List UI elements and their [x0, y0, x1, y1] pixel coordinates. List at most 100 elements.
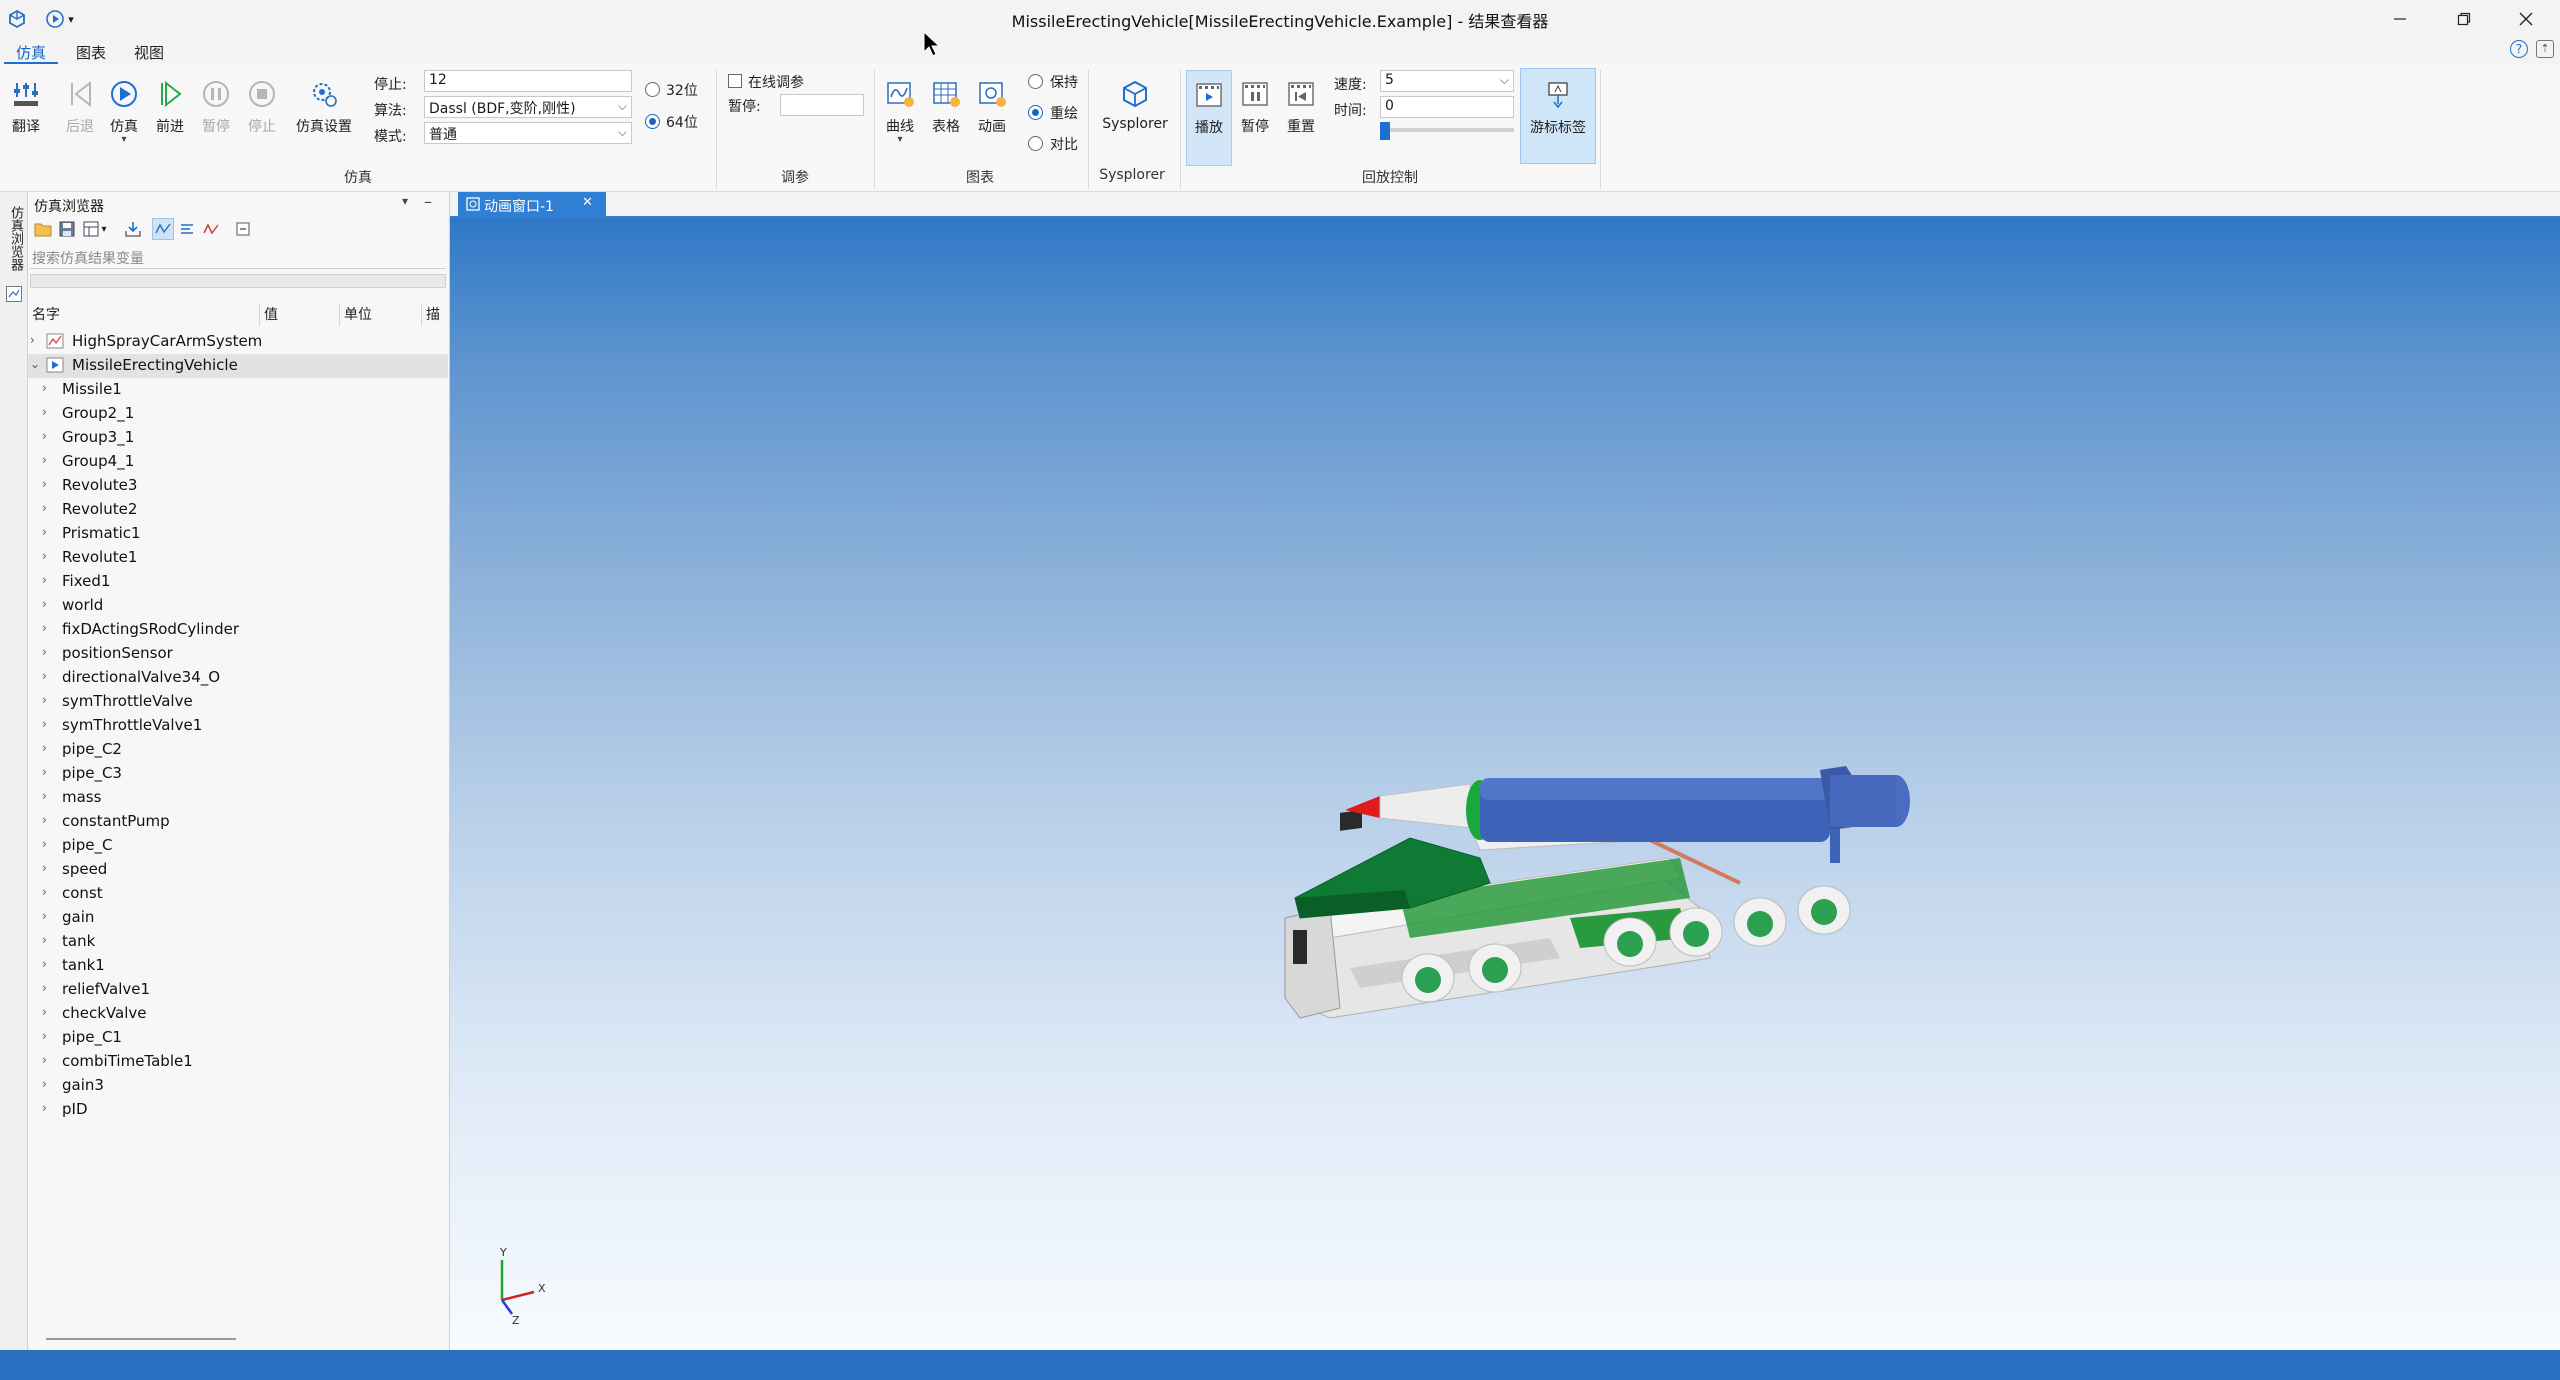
- col-header-name[interactable]: 名字: [28, 304, 260, 326]
- tree-child-item[interactable]: › gain: [28, 906, 448, 930]
- tree-child-item[interactable]: › combiTimeTable1: [28, 1050, 448, 1074]
- sim-settings-button[interactable]: 仿真设置: [296, 76, 352, 166]
- tree-child-item[interactable]: › pipe_C1: [28, 1026, 448, 1050]
- chevron-right-icon[interactable]: ›: [42, 1077, 47, 1091]
- tree-child-item[interactable]: › Revolute3: [28, 474, 448, 498]
- filter-bar[interactable]: [30, 274, 446, 288]
- chevron-right-icon[interactable]: ›: [42, 645, 47, 659]
- col-header-unit[interactable]: 单位: [340, 304, 422, 326]
- chevron-right-icon[interactable]: ›: [42, 981, 47, 995]
- close-button[interactable]: [2496, 4, 2556, 34]
- wave-icon[interactable]: [200, 218, 222, 240]
- col-header-desc[interactable]: 描: [422, 304, 448, 326]
- tree-child-item[interactable]: › pipe_C: [28, 834, 448, 858]
- chevron-right-icon[interactable]: ›: [42, 1029, 47, 1043]
- minimize-button[interactable]: [2370, 4, 2430, 34]
- keep-radio[interactable]: [1028, 74, 1043, 89]
- tree-child-item[interactable]: › tank: [28, 930, 448, 954]
- tree-child-item[interactable]: › positionSensor: [28, 642, 448, 666]
- collapse-all-icon[interactable]: [232, 218, 254, 240]
- chevron-right-icon[interactable]: ›: [42, 861, 47, 875]
- tree-child-item[interactable]: › pipe_C3: [28, 762, 448, 786]
- tree-child-item[interactable]: › fixDActingSRodCylinder: [28, 618, 448, 642]
- chevron-right-icon[interactable]: ›: [42, 1101, 47, 1115]
- restore-button[interactable]: [2434, 4, 2494, 34]
- side-tab-icon[interactable]: [6, 286, 22, 302]
- open-folder-icon[interactable]: [32, 218, 54, 240]
- chevron-right-icon[interactable]: ›: [42, 597, 47, 611]
- tree-child-item[interactable]: › Group3_1: [28, 426, 448, 450]
- tree-child-item[interactable]: › Revolute2: [28, 498, 448, 522]
- tree-child-item[interactable]: › Group4_1: [28, 450, 448, 474]
- stop-time-input[interactable]: 12: [424, 70, 632, 92]
- chevron-down-icon[interactable]: ⌄: [30, 357, 40, 371]
- pause-at-input[interactable]: [780, 94, 864, 116]
- speed-select[interactable]: 5 ⌵: [1380, 70, 1514, 92]
- curve-button[interactable]: 曲线 ▾: [878, 76, 922, 166]
- cursor-tag-button[interactable]: 游标标签: [1520, 68, 1596, 164]
- time-slider-thumb[interactable]: [1380, 122, 1390, 140]
- tree-child-item[interactable]: › directionalValve34_O: [28, 666, 448, 690]
- bit32-radio[interactable]: [645, 82, 660, 97]
- search-input[interactable]: 搜索仿真结果变量: [30, 248, 446, 267]
- table-button[interactable]: 表格: [924, 76, 968, 166]
- tree-child-item[interactable]: › gain3: [28, 1074, 448, 1098]
- chevron-right-icon[interactable]: ›: [42, 885, 47, 899]
- import-result-icon[interactable]: [122, 218, 144, 240]
- redraw-radio[interactable]: [1028, 105, 1043, 120]
- chevron-right-icon[interactable]: ›: [42, 1053, 47, 1067]
- chevron-right-icon[interactable]: ›: [42, 405, 47, 419]
- play-button[interactable]: 播放: [1186, 70, 1232, 166]
- chevron-right-icon[interactable]: ›: [42, 525, 47, 539]
- tree-child-item[interactable]: › constantPump: [28, 810, 448, 834]
- chevron-right-icon[interactable]: ›: [30, 333, 35, 347]
- sort-icon[interactable]: [176, 218, 198, 240]
- animation-button[interactable]: 动画: [970, 76, 1014, 166]
- chevron-right-icon[interactable]: ›: [42, 621, 47, 635]
- tree-child-item[interactable]: › symThrottleValve1: [28, 714, 448, 738]
- chevron-right-icon[interactable]: ›: [42, 1005, 47, 1019]
- forward-button[interactable]: 前进: [148, 76, 192, 166]
- tab-close-icon[interactable]: ✕: [582, 195, 593, 210]
- playback-pause-button[interactable]: 暂停: [1232, 76, 1278, 166]
- tree-root-item-selected[interactable]: ⌄ MissileErectingVehicle: [28, 354, 448, 378]
- panel-menu-chevron-icon[interactable]: ▾: [402, 194, 408, 208]
- layout-dropdown-icon[interactable]: ▾: [98, 218, 110, 240]
- chevron-right-icon[interactable]: ›: [42, 453, 47, 467]
- tree-child-item[interactable]: › Group2_1: [28, 402, 448, 426]
- time-input[interactable]: 0: [1380, 96, 1514, 118]
- tree-child-item[interactable]: › const: [28, 882, 448, 906]
- tree-child-item[interactable]: › Missile1: [28, 378, 448, 402]
- chevron-right-icon[interactable]: ›: [42, 957, 47, 971]
- chevron-right-icon[interactable]: ›: [42, 381, 47, 395]
- mode-select[interactable]: 普通 ⌵: [424, 122, 632, 144]
- chevron-right-icon[interactable]: ›: [42, 909, 47, 923]
- col-header-value[interactable]: 值: [260, 304, 340, 326]
- tree-child-item[interactable]: › Prismatic1: [28, 522, 448, 546]
- tree-child-item[interactable]: › pID: [28, 1098, 448, 1122]
- simulate-button[interactable]: 仿真 ▾: [102, 76, 146, 166]
- chevron-right-icon[interactable]: ›: [42, 813, 47, 827]
- chevron-right-icon[interactable]: ›: [42, 669, 47, 683]
- tree-child-item[interactable]: › speed: [28, 858, 448, 882]
- chevron-right-icon[interactable]: ›: [42, 549, 47, 563]
- tree-child-item[interactable]: › world: [28, 594, 448, 618]
- chevron-right-icon[interactable]: ›: [42, 573, 47, 587]
- tree-root-item[interactable]: › HighSprayCarArmSystem: [28, 330, 448, 354]
- chevron-right-icon[interactable]: ›: [42, 429, 47, 443]
- time-slider-track[interactable]: [1380, 128, 1514, 132]
- algorithm-select[interactable]: Dassl (BDF,变阶,刚性) ⌵: [424, 96, 632, 118]
- animation-viewport[interactable]: Y X Z: [450, 218, 2560, 1350]
- chevron-right-icon[interactable]: ›: [42, 933, 47, 947]
- tree-child-item[interactable]: › tank1: [28, 954, 448, 978]
- chevron-right-icon[interactable]: ›: [42, 477, 47, 491]
- chevron-right-icon[interactable]: ›: [42, 717, 47, 731]
- chevron-right-icon[interactable]: ›: [42, 693, 47, 707]
- curve-filter-icon[interactable]: [152, 218, 174, 240]
- bit64-radio[interactable]: [645, 114, 660, 129]
- tab-simulation[interactable]: 仿真: [4, 38, 59, 64]
- sysplorer-button[interactable]: Sysplorer: [1096, 76, 1174, 166]
- panel-minimize-icon[interactable]: –: [424, 192, 432, 211]
- tree-child-item[interactable]: › mass: [28, 786, 448, 810]
- compare-radio[interactable]: [1028, 136, 1043, 151]
